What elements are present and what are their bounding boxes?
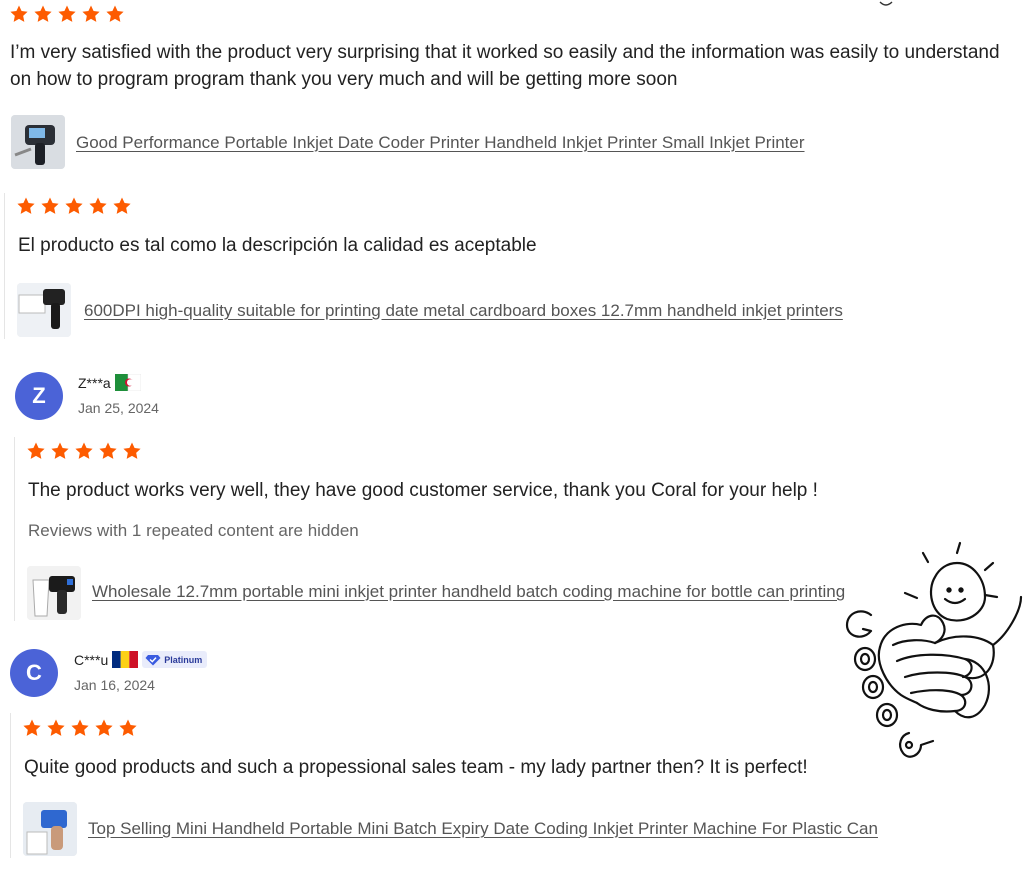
star-icon [88,196,108,216]
product-thumbnail[interactable] [27,566,81,620]
star-icon [118,718,138,738]
star-icon [40,196,60,216]
product-thumbnail[interactable] [17,283,71,337]
review-text: El producto es tal como la descripción l… [18,235,537,256]
star-icon [112,196,132,216]
avatar[interactable]: C [10,649,58,697]
decorative-arc [879,1,893,6]
product-link[interactable]: 600DPI high-quality suitable for printin… [84,301,843,321]
review-text: Quite good products and such a propessio… [24,757,808,778]
star-icon [22,718,42,738]
star-icon [64,196,84,216]
user-name-row: C***u Platinum [74,651,208,668]
divider [4,193,5,339]
star-icon [16,196,36,216]
diamond-icon [145,654,161,665]
flag-icon [112,651,139,668]
star-icon [70,718,90,738]
star-icon [46,718,66,738]
product-link[interactable]: Wholesale 12.7mm portable mini inkjet pr… [92,582,845,602]
star-icon [74,441,94,461]
avatar[interactable]: Z [15,372,63,420]
rating-stars [9,4,125,24]
user-name: Z***a [78,374,111,391]
membership-badge: Platinum [142,651,208,668]
star-icon [50,441,70,461]
star-icon [98,441,118,461]
review-text: I’m very satisfied with the product very… [10,42,1000,90]
badge-label: Platinum [164,654,203,665]
divider [14,437,15,621]
product-link[interactable]: Top Selling Mini Handheld Portable Mini … [88,819,878,839]
product-thumbnail[interactable] [23,802,77,856]
star-icon [122,441,142,461]
user-name-row: Z***a [78,374,141,391]
avatar-initial: Z [32,383,46,408]
user-name: C***u [74,651,109,668]
hidden-reviews-note[interactable]: Reviews with 1 repeated content are hidd… [28,521,359,541]
star-icon [26,441,46,461]
star-icon [57,4,77,24]
rating-stars [16,196,132,216]
avatar-initial: C [26,660,42,685]
thumbs-up-good-sticker [845,541,1023,758]
rating-stars [22,718,138,738]
star-icon [81,4,101,24]
star-icon [94,718,114,738]
review-date: Jan 16, 2024 [74,677,155,693]
star-icon [33,4,53,24]
review-date: Jan 25, 2024 [78,400,159,416]
star-icon [105,4,125,24]
review-text: The product works very well, they have g… [28,480,818,501]
product-link[interactable]: Good Performance Portable Inkjet Date Co… [76,133,805,153]
rating-stars [26,441,142,461]
star-icon [9,4,29,24]
divider [10,713,11,858]
flag-icon [114,374,141,391]
product-thumbnail[interactable] [11,115,65,169]
